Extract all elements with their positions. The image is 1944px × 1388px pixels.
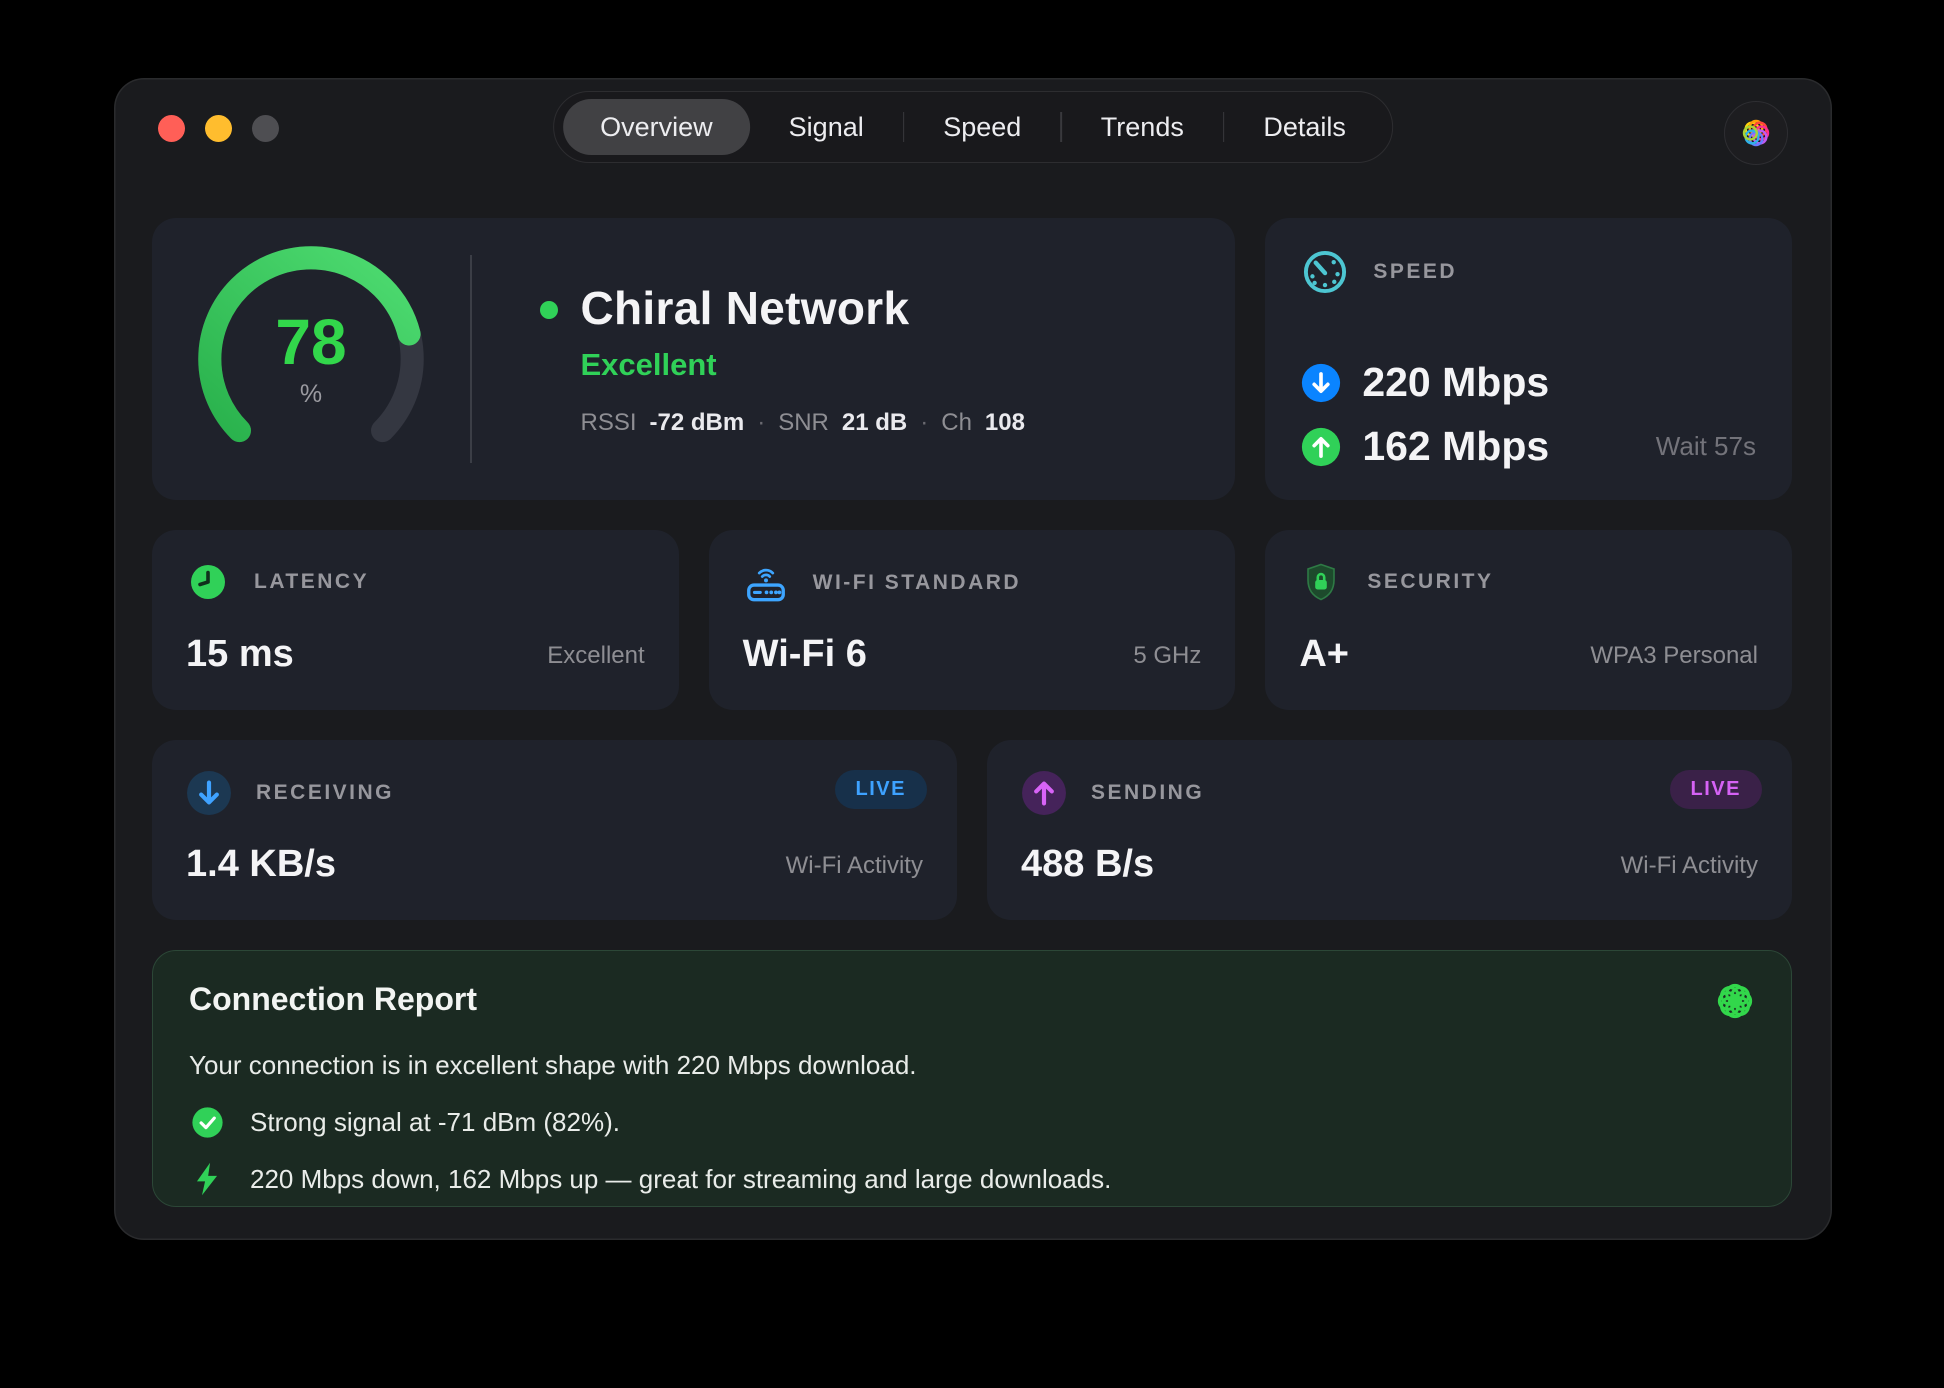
- receiving-label: RECEIVING: [256, 781, 394, 805]
- latency-label: LATENCY: [254, 570, 369, 594]
- check-circle-icon: [190, 1105, 225, 1140]
- rssi-value: -72 dBm: [650, 409, 745, 437]
- sending-arrow-icon: [1021, 770, 1067, 816]
- report-bullet-text: Strong signal at -71 dBm (82%).: [250, 1107, 620, 1138]
- divider: [470, 255, 472, 463]
- latency-value: 15 ms: [186, 633, 294, 676]
- download-speed: 220 Mbps: [1362, 359, 1549, 406]
- tab-speed[interactable]: Speed: [906, 99, 1058, 155]
- dashboard-grid: 78 % Chiral Network Excellent RSSI -72 d…: [152, 218, 1792, 1207]
- sending-live-badge: LIVE: [1670, 770, 1762, 809]
- desktop: Overview Signal Speed Trends Details: [0, 0, 1944, 1388]
- snr-value: 21 dB: [842, 409, 907, 437]
- router-icon: [743, 560, 789, 606]
- latency-card: LATENCY 15 ms Excellent: [152, 530, 679, 710]
- separator: ·: [757, 409, 765, 437]
- tab-bar: Overview Signal Speed Trends Details: [553, 91, 1393, 163]
- assistant-rainbow-knot-icon: [1736, 113, 1776, 153]
- health-percent-unit: %: [300, 380, 322, 409]
- speed-label: SPEED: [1373, 260, 1457, 284]
- tab-signal[interactable]: Signal: [752, 99, 901, 155]
- health-percent: 78: [275, 310, 346, 374]
- report-bullet-list: Strong signal at -71 dBm (82%). 220 Mbps…: [189, 1105, 1755, 1198]
- separator: ·: [920, 409, 928, 437]
- network-name: Chiral Network: [581, 281, 1025, 335]
- sending-note: Wi-Fi Activity: [1621, 852, 1758, 880]
- speedometer-icon: [1301, 248, 1349, 296]
- tab-overview[interactable]: Overview: [563, 99, 750, 155]
- connection-report-card: Connection Report Your connection is in …: [152, 950, 1792, 1207]
- tab-divider: [1060, 112, 1062, 142]
- security-protocol: WPA3 Personal: [1590, 642, 1758, 670]
- latency-note: Excellent: [547, 642, 644, 670]
- speed-test-countdown: Wait 57s: [1656, 431, 1756, 462]
- receiving-card: RECEIVING LIVE 1.4 KB/s Wi-Fi Activity: [152, 740, 957, 920]
- clock-icon: [186, 560, 230, 604]
- sending-rate: 488 B/s: [1021, 843, 1154, 886]
- upload-arrow-icon: [1301, 427, 1341, 467]
- report-title: Connection Report: [189, 981, 1755, 1018]
- wifi-standard-card: WI-FI STANDARD Wi-Fi 6 5 GHz: [709, 530, 1236, 710]
- report-bullet-speed: 220 Mbps down, 162 Mbps up — great for s…: [189, 1160, 1755, 1198]
- wifi-standard-label: WI-FI STANDARD: [813, 571, 1021, 595]
- security-card: SECURITY A+ WPA3 Personal: [1265, 530, 1792, 710]
- receiving-live-badge: LIVE: [835, 770, 927, 809]
- sending-label: SENDING: [1091, 781, 1204, 805]
- zoom-button[interactable]: [252, 115, 279, 142]
- health-gauge: 78 %: [152, 238, 470, 480]
- lightning-bolt-icon: [190, 1160, 224, 1198]
- shield-lock-icon: [1299, 560, 1343, 604]
- tab-trends[interactable]: Trends: [1064, 99, 1221, 155]
- report-summary: Your connection is in excellent shape wi…: [189, 1050, 1755, 1081]
- assistant-button[interactable]: [1724, 101, 1788, 165]
- tab-divider: [1223, 112, 1225, 142]
- wifi-band-note: 5 GHz: [1133, 642, 1201, 670]
- security-grade: A+: [1299, 633, 1349, 676]
- speed-card: SPEED 220 Mbps: [1265, 218, 1792, 500]
- assistant-green-knot-icon: [1709, 975, 1761, 1027]
- rssi-label: RSSI: [581, 409, 637, 437]
- upload-speed-row: 162 Mbps: [1301, 423, 1549, 470]
- security-label: SECURITY: [1367, 570, 1493, 594]
- wifi-standard-value: Wi-Fi 6: [743, 633, 867, 676]
- receiving-arrow-icon: [186, 770, 232, 816]
- sending-card: SENDING LIVE 488 B/s Wi-Fi Activity: [987, 740, 1792, 920]
- download-speed-row: 220 Mbps: [1301, 359, 1549, 406]
- channel-label: Ch: [941, 409, 972, 437]
- download-arrow-icon: [1301, 363, 1341, 403]
- minimize-button[interactable]: [205, 115, 232, 142]
- network-status-dot: [540, 301, 558, 319]
- report-bullet-text: 220 Mbps down, 162 Mbps up — great for s…: [250, 1164, 1111, 1195]
- network-quality: Excellent: [581, 347, 1025, 383]
- network-health-card: 78 % Chiral Network Excellent RSSI -72 d…: [152, 218, 1235, 500]
- app-window: Overview Signal Speed Trends Details: [114, 78, 1832, 1240]
- tab-divider: [903, 112, 905, 142]
- signal-stats: RSSI -72 dBm · SNR 21 dB · Ch 108: [581, 409, 1025, 437]
- report-bullet-signal: Strong signal at -71 dBm (82%).: [189, 1105, 1755, 1140]
- snr-label: SNR: [778, 409, 829, 437]
- upload-speed: 162 Mbps: [1362, 423, 1549, 470]
- receiving-rate: 1.4 KB/s: [186, 843, 336, 886]
- tab-details[interactable]: Details: [1226, 99, 1383, 155]
- close-button[interactable]: [158, 115, 185, 142]
- receiving-note: Wi-Fi Activity: [786, 852, 923, 880]
- channel-value: 108: [985, 409, 1025, 437]
- window-controls: [158, 115, 279, 142]
